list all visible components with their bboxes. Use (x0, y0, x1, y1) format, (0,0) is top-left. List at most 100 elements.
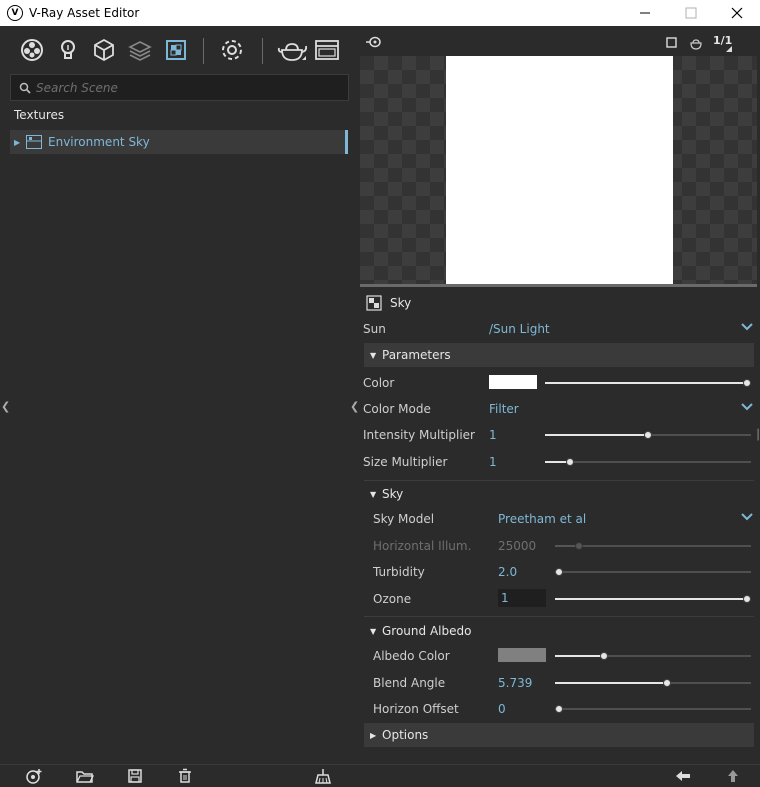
search-input[interactable] (36, 80, 336, 95)
section-divider (364, 480, 754, 481)
scroll-edge-indicator: │ (755, 430, 760, 441)
preview-render (446, 56, 673, 284)
albedo-color-slider[interactable] (555, 652, 751, 660)
collapse-left-panel-icon[interactable]: ❮ (1, 400, 10, 413)
preview-toggle-icon[interactable] (366, 36, 382, 48)
minimize-button[interactable] (622, 0, 668, 26)
intensity-value[interactable]: 1 (489, 428, 497, 442)
sun-value[interactable]: /Sun Light (489, 322, 550, 336)
chevron-down-icon[interactable] (740, 509, 754, 523)
collapse-properties-icon[interactable]: ❮ (350, 400, 359, 413)
size-label: Size Multiplier (363, 455, 448, 469)
preview-toolbar: 1/1 (360, 30, 760, 56)
ozone-slider[interactable] (555, 595, 751, 603)
toolbar-separator (203, 38, 204, 64)
intensity-label: Intensity Multiplier (363, 428, 475, 442)
chevron-down-icon[interactable] (740, 319, 754, 333)
sky-model-row: Sky Model Preetham et al (360, 507, 756, 531)
turbidity-label: Turbidity (373, 565, 425, 579)
size-value[interactable]: 1 (489, 455, 497, 469)
save-icon[interactable] (126, 768, 144, 784)
properties-panel: Sky Sun /Sun Light ▼ Parameters Color Co… (360, 287, 760, 764)
blend-angle-value[interactable]: 5.739 (498, 676, 532, 690)
render-elements-icon[interactable] (128, 38, 152, 62)
slider-knob[interactable] (600, 652, 608, 660)
geometry-icon[interactable] (92, 38, 116, 62)
preview-shape-teapot-icon[interactable] (688, 36, 704, 50)
slider-knob[interactable] (644, 431, 652, 439)
sun-row: Sun /Sun Light (360, 317, 756, 341)
slider-knob[interactable] (555, 705, 563, 713)
open-folder-icon[interactable] (76, 768, 94, 784)
frame-buffer-icon[interactable] (314, 38, 340, 62)
delete-trash-icon[interactable] (176, 768, 194, 784)
section-sky[interactable]: ▼ Sky (364, 482, 754, 506)
window-title: V-Ray Asset Editor (29, 6, 140, 20)
slider-knob[interactable] (555, 568, 563, 576)
size-slider[interactable] (545, 458, 751, 466)
horizon-offset-row: Horizon Offset 0 (360, 697, 756, 721)
color-swatch[interactable] (489, 375, 537, 389)
horizontal-illum-label: Horizontal Illum. (373, 539, 472, 553)
preview-shape-cube-icon[interactable] (666, 37, 678, 49)
intensity-row: Intensity Multiplier 1 (360, 423, 756, 447)
ozone-input[interactable]: 1 (498, 589, 546, 607)
settings-gear-icon[interactable] (220, 38, 244, 62)
section-ground-albedo-label: Ground Albedo (382, 624, 472, 638)
blend-angle-label: Blend Angle (373, 676, 446, 690)
section-options[interactable]: ▶ Options (364, 723, 754, 747)
albedo-color-row: Albedo Color (360, 644, 756, 668)
up-arrow-icon[interactable] (724, 768, 742, 784)
turbidity-slider[interactable] (555, 568, 751, 576)
expand-arrow-icon[interactable]: ▶ (14, 138, 22, 147)
section-ground-albedo[interactable]: ▼ Ground Albedo (364, 619, 754, 643)
slider-knob (574, 542, 583, 550)
horizon-offset-slider[interactable] (555, 705, 751, 713)
section-sky-label: Sky (382, 487, 404, 501)
title-bar: V V-Ray Asset Editor (0, 0, 760, 26)
create-asset-icon[interactable] (25, 768, 43, 784)
color-mode-row: Color Mode Filter (360, 397, 756, 421)
turbidity-row: Turbidity 2.0 (360, 560, 756, 584)
texture-type-icon (366, 295, 382, 311)
chevron-down-icon[interactable] (740, 399, 754, 413)
close-icon (731, 7, 743, 19)
horizon-offset-value[interactable]: 0 (498, 702, 506, 716)
section-parameters[interactable]: ▼ Parameters (364, 343, 754, 367)
slider-knob[interactable] (743, 379, 751, 387)
ratio-dropdown-icon[interactable] (726, 46, 732, 52)
lights-icon[interactable] (56, 38, 80, 62)
turbidity-value[interactable]: 2.0 (498, 565, 517, 579)
color-mode-value[interactable]: Filter (489, 402, 519, 416)
textures-icon[interactable] (164, 38, 188, 62)
maximize-button[interactable] (668, 0, 714, 26)
albedo-color-label: Albedo Color (373, 649, 450, 663)
close-button[interactable] (714, 0, 760, 26)
outliner-category-label: Textures (14, 108, 65, 122)
horizon-offset-label: Horizon Offset (373, 702, 459, 716)
slider-knob[interactable] (565, 458, 574, 466)
albedo-color-swatch[interactable] (498, 648, 546, 662)
minimize-icon (640, 12, 650, 14)
render-teapot-icon[interactable] (276, 38, 308, 62)
sky-model-value[interactable]: Preetham et al (498, 512, 586, 526)
tree-item-environment-sky[interactable]: ▶ Environment Sky (10, 130, 346, 154)
slider-knob[interactable] (662, 679, 671, 687)
color-slider[interactable] (545, 379, 751, 387)
collapse-triangle-icon: ▼ (370, 350, 377, 360)
purge-broom-icon[interactable] (314, 768, 332, 784)
section-options-label: Options (382, 728, 429, 742)
back-arrow-icon[interactable] (674, 768, 692, 784)
collapse-triangle-icon: ▼ (370, 626, 377, 636)
blend-angle-row: Blend Angle 5.739 (360, 671, 756, 695)
intensity-slider[interactable] (545, 431, 751, 439)
sun-label: Sun (363, 322, 386, 336)
outliner-scrollbar[interactable] (345, 130, 348, 154)
materials-icon[interactable] (20, 38, 44, 62)
expand-triangle-icon: ▶ (370, 730, 377, 740)
search-box[interactable] (10, 74, 349, 101)
slider-knob[interactable] (743, 595, 751, 603)
maximize-icon (685, 7, 697, 19)
blend-angle-slider[interactable] (555, 679, 751, 687)
sky-model-label: Sky Model (373, 512, 435, 526)
